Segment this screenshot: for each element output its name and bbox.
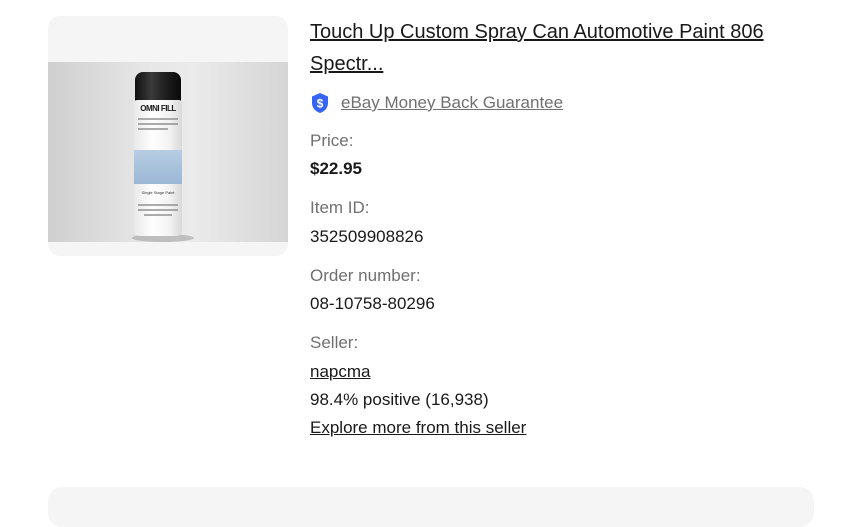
can-print-line	[138, 209, 178, 211]
price-label: Price:	[310, 131, 354, 150]
can-print-line	[144, 214, 172, 216]
item-title-link[interactable]: Touch Up Custom Spray Can Automotive Pai…	[310, 16, 830, 80]
shield-dollar-icon: $	[310, 92, 330, 114]
can-print-line	[138, 128, 168, 130]
order-number-label: Order number:	[310, 266, 421, 285]
order-number-value: 08-10758-80296	[310, 294, 435, 313]
item-thumbnail[interactable]: OMNI FILL Single Stage Paint	[48, 16, 288, 256]
next-card	[48, 487, 814, 527]
item-id-value: 352509908826	[310, 227, 424, 246]
can-label-text: Single Stage Paint	[141, 190, 175, 195]
guarantee-link[interactable]: eBay Money Back Guarantee	[341, 93, 563, 113]
can-print-line	[138, 118, 178, 120]
price-value: $22.95	[310, 159, 362, 178]
item-id-label: Item ID:	[310, 198, 370, 217]
product-photo: OMNI FILL Single Stage Paint	[48, 62, 288, 242]
can-print-line	[138, 204, 178, 206]
can-brand-text: OMNI FILL	[140, 104, 176, 113]
seller-name-link[interactable]: napcma	[310, 362, 370, 382]
explore-seller-link[interactable]: Explore more from this seller	[310, 418, 526, 438]
seller-label: Seller:	[310, 333, 359, 352]
spray-can-cap	[135, 72, 181, 102]
spray-can-body: OMNI FILL Single Stage Paint	[134, 100, 182, 236]
can-color-swatch	[134, 150, 182, 184]
seller-feedback: 98.4% positive (16,938)	[310, 390, 489, 409]
money-back-guarantee[interactable]: $ eBay Money Back Guarantee	[310, 91, 563, 115]
svg-text:$: $	[317, 97, 324, 111]
can-print-line	[138, 123, 178, 125]
